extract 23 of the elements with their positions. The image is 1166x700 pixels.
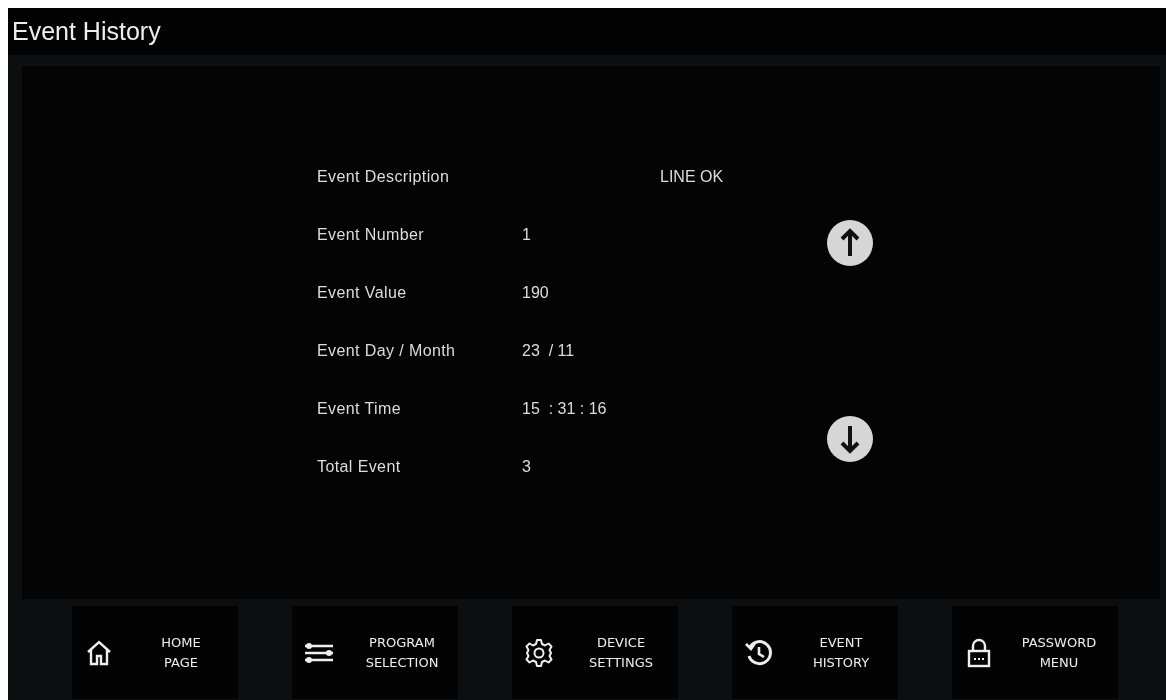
nav-button[interactable]: PASSWORD MENU: [952, 606, 1118, 699]
field-value: 1: [522, 226, 531, 244]
field-value: 190: [522, 284, 549, 302]
settings-icon: [524, 637, 554, 668]
field-value: 15 : 31 : 16: [522, 400, 607, 418]
field-value: LINE OK: [660, 168, 724, 186]
field-value: 3: [522, 458, 531, 476]
scroll-up-icon[interactable]: [827, 220, 873, 266]
field-value: 23 / 11: [522, 342, 575, 360]
nav-button[interactable]: EVENT HISTORY: [732, 606, 898, 699]
field-label: Total Event: [317, 458, 402, 476]
field-label: Event Time: [317, 400, 403, 418]
nav-button[interactable]: DEVICE SETTINGS: [512, 606, 678, 699]
lock-icon: [966, 637, 992, 668]
nav-button[interactable]: HOME PAGE: [72, 606, 238, 699]
field-label: Event Number: [317, 226, 426, 244]
window-title: Event History: [12, 17, 161, 46]
field-label: Event Value: [317, 284, 408, 302]
nav-button[interactable]: PROGRAM SELECTION: [292, 606, 458, 699]
scroll-down-icon[interactable]: [827, 416, 873, 462]
field-label: Event Day / Month: [317, 342, 457, 360]
history-icon: [744, 637, 774, 668]
field-label: Event Description: [317, 168, 451, 186]
